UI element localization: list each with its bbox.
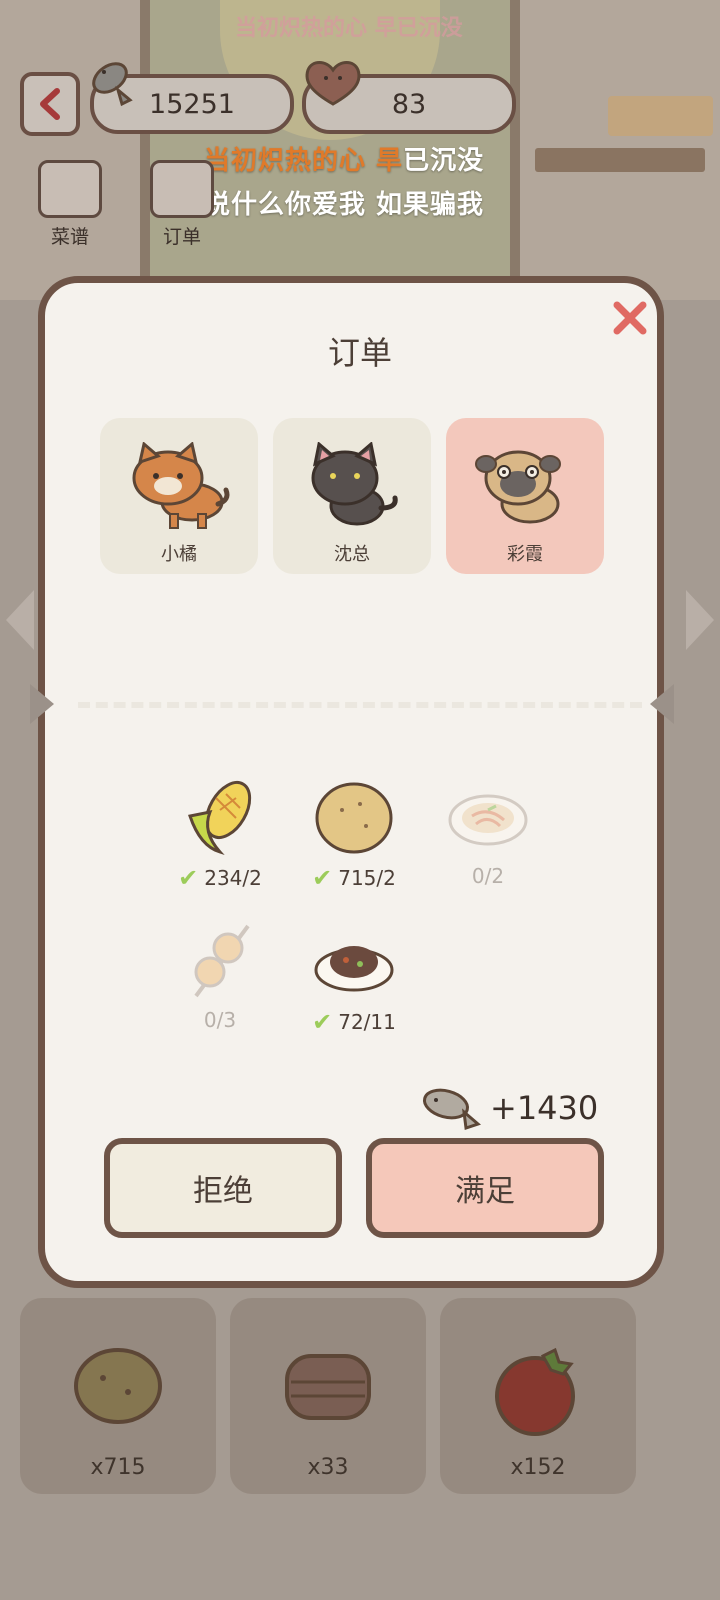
fish-icon	[422, 1088, 481, 1131]
lyric-line-1: 当初炽热的心 旱已沉没	[204, 140, 484, 177]
customer-card-caixia[interactable]: 彩霞	[446, 418, 604, 574]
order-item-skewer: 0/3	[160, 920, 280, 1032]
recipes-label: 菜谱	[50, 226, 89, 248]
fish-currency-value: 15251	[149, 88, 235, 120]
item-quantity: ✔ 72/11	[294, 1008, 414, 1036]
heart-icon	[305, 61, 361, 106]
customer-card-xiaoju[interactable]: 小橘	[100, 418, 258, 574]
orange-cat-icon	[132, 442, 230, 529]
item-quantity-value: 0/2	[471, 864, 505, 888]
modal-title: 订单	[327, 334, 392, 372]
orders-button[interactable]: 订单	[146, 160, 218, 249]
noodles-plate-icon	[448, 794, 528, 846]
check-icon: ✔	[178, 864, 199, 892]
potato-icon	[315, 782, 393, 854]
stew-plate-icon	[314, 946, 394, 992]
orders-icon	[150, 160, 214, 218]
ticket-divider	[78, 702, 642, 708]
item-quantity-value: 234/2	[204, 866, 262, 890]
ghost-lyric: 当初炽热的心 早已沉没	[235, 16, 463, 41]
fish-icon	[92, 62, 133, 107]
potato-icon	[74, 1348, 162, 1424]
back-button[interactable]	[20, 72, 80, 136]
books-decoration	[608, 96, 713, 136]
accept-button[interactable]: 满足	[366, 1138, 604, 1238]
ticket-notch-right	[650, 684, 674, 724]
item-quantity-value: 0/3	[203, 1008, 237, 1032]
inventory-count: x152	[510, 1455, 566, 1480]
lyric-line-2: 说什么你爱我 如果骗我	[204, 190, 485, 220]
orders-label: 订单	[162, 226, 201, 248]
order-item-potato: ✔ 715/2	[294, 776, 414, 892]
meat-icon	[285, 1354, 371, 1420]
item-quantity-value: 715/2	[338, 866, 396, 890]
customer-card-shenzong[interactable]: 沈总	[273, 418, 431, 574]
pug-dog-icon	[475, 450, 561, 524]
ticket-notch-left	[30, 684, 54, 724]
item-quantity: 0/2	[428, 864, 548, 888]
black-cat-icon	[311, 442, 398, 526]
skewer-icon	[194, 924, 250, 998]
item-quantity: ✔ 234/2	[160, 864, 280, 892]
item-quantity-value: 72/11	[338, 1010, 396, 1034]
shelf-decoration	[535, 148, 705, 172]
customer-name: 小橘	[161, 544, 197, 565]
customer-name: 彩霞	[507, 544, 543, 565]
item-quantity: 0/3	[160, 1008, 280, 1032]
order-item-noodles: 0/2	[428, 776, 548, 888]
inventory-count: x33	[307, 1455, 349, 1480]
chef-hat-icon	[38, 160, 102, 218]
hearts-value: 83	[391, 88, 427, 120]
customer-name: 沈总	[334, 544, 370, 565]
check-icon: ✔	[312, 864, 333, 892]
scroll-right-arrow[interactable]	[686, 590, 714, 650]
tomato-icon	[495, 1347, 575, 1436]
item-quantity: ✔ 715/2	[294, 864, 414, 892]
scroll-left-arrow[interactable]	[6, 590, 34, 650]
check-icon: ✔	[312, 1008, 333, 1036]
order-item-stew: ✔ 72/11	[294, 920, 414, 1036]
recipes-button[interactable]: 菜谱	[34, 160, 106, 249]
corn-icon	[188, 781, 252, 855]
lyric-rest: 已沉没	[403, 146, 485, 176]
back-arrow-icon	[40, 88, 60, 120]
inventory-item-meat[interactable]: x33	[230, 1298, 426, 1494]
lyric-highlight: 当初炽热的心 旱	[204, 146, 404, 176]
order-reward: +1430	[420, 1084, 598, 1132]
inventory-item-tomato[interactable]: x152	[440, 1298, 636, 1494]
reward-amount: +1430	[490, 1089, 599, 1127]
reject-button[interactable]: 拒绝	[104, 1138, 342, 1238]
inventory-count: x715	[90, 1455, 146, 1480]
order-item-corn: ✔ 234/2	[160, 776, 280, 892]
inventory-item-potato[interactable]: x715	[20, 1298, 216, 1494]
